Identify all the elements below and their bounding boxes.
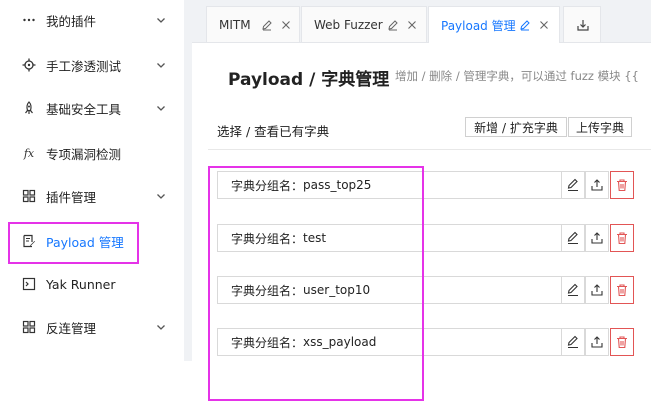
- close-icon[interactable]: [281, 20, 291, 30]
- upload-icon: [591, 336, 603, 348]
- delete-button[interactable]: [610, 328, 634, 356]
- tab-mitm[interactable]: MITM: [206, 6, 300, 42]
- sidebar: 我的插件 手工渗透测试 基础安全工具 fx 专项漏洞检测 插件管理 Payloa…: [0, 0, 185, 361]
- edit-icon[interactable]: [519, 19, 531, 31]
- trash-icon: [617, 179, 627, 192]
- main-content: Payload / 字典管理 增加 / 删除 / 管理字典，可以通过 fuzz …: [192, 43, 651, 401]
- tab-add-button[interactable]: [563, 6, 601, 42]
- grid-icon: [22, 189, 36, 203]
- export-button[interactable]: [585, 328, 609, 356]
- sidebar-item-label: 手工渗透测试: [46, 58, 122, 74]
- sidebar-item-plugin-management[interactable]: 插件管理: [0, 176, 184, 216]
- sidebar-item-basic-security-tools[interactable]: 基础安全工具: [0, 88, 184, 128]
- sidebar-item-label: 基础安全工具: [46, 101, 122, 117]
- sidebar-item-label: 插件管理: [46, 189, 97, 205]
- sidebar-gutter: [184, 0, 192, 361]
- edit-icon: [567, 231, 578, 245]
- add-dictionary-button[interactable]: 新增 / 扩充字典: [465, 117, 567, 137]
- dictionary-name-field[interactable]: 字典分组名： test: [217, 224, 561, 252]
- sidebar-item-manual-pentest[interactable]: 手工渗透测试: [0, 45, 184, 85]
- upload-icon: [591, 232, 603, 244]
- more-dots-icon: [22, 13, 36, 27]
- upload-icon: [591, 284, 603, 296]
- sidebar-item-label: Yak Runner: [46, 276, 116, 292]
- edit-icon: [567, 335, 578, 349]
- trash-icon: [617, 284, 627, 297]
- chevron-down-icon: [157, 194, 165, 199]
- download-icon: [577, 20, 589, 31]
- field-prefix: 字典分组名：: [231, 335, 304, 350]
- fx-icon: fx: [23, 146, 35, 160]
- chevron-down-icon: [157, 325, 165, 330]
- close-icon[interactable]: [539, 20, 549, 30]
- sidebar-item-payload-management[interactable]: Payload 管理: [0, 221, 184, 261]
- rocket-icon: [22, 101, 36, 115]
- dictionary-name: pass_top25: [303, 178, 372, 192]
- sidebar-item-label: 专项漏洞检测: [46, 146, 122, 162]
- dictionary-name: test: [303, 231, 327, 245]
- edit-icon: [567, 178, 578, 192]
- sidebar-item-reverse-connection[interactable]: 反连管理: [0, 307, 184, 347]
- edit-button[interactable]: [561, 276, 585, 304]
- dictionary-row: 字典分组名： user_top10: [192, 276, 651, 304]
- page-description: 增加 / 删除 / 管理字典，可以通过 fuzz 模块 {{: [395, 69, 639, 83]
- divider: [208, 149, 651, 150]
- delete-button[interactable]: [610, 224, 634, 252]
- field-prefix: 字典分组名：: [231, 231, 304, 246]
- dictionary-name: user_top10: [303, 283, 371, 297]
- grid-icon: [22, 320, 36, 334]
- tab-web-fuzzer[interactable]: Web Fuzzer: [301, 6, 427, 42]
- edit-icon: [567, 283, 578, 297]
- upload-dictionary-button[interactable]: 上传字典: [568, 117, 632, 137]
- dictionary-name-field[interactable]: 字典分组名： user_top10: [217, 276, 561, 304]
- terminal-icon: [22, 277, 36, 291]
- edit-button[interactable]: [561, 328, 585, 356]
- edit-icon[interactable]: [261, 19, 273, 31]
- sidebar-item-label: 我的插件: [46, 13, 97, 29]
- export-button[interactable]: [585, 171, 609, 199]
- sidebar-item-my-plugins[interactable]: 我的插件: [0, 0, 184, 40]
- chevron-down-icon: [157, 106, 165, 111]
- page-title: Payload / 字典管理: [228, 70, 390, 90]
- tab-bar: MITM Web Fuzzer Payload 管理: [192, 0, 651, 43]
- sidebar-item-vuln-detection[interactable]: fx 专项漏洞检测: [0, 133, 184, 173]
- target-crosshair-icon: [22, 58, 36, 72]
- sidebar-item-yak-runner[interactable]: Yak Runner: [0, 264, 184, 304]
- edit-button[interactable]: [561, 171, 585, 199]
- tab-payload-management[interactable]: Payload 管理: [428, 6, 560, 43]
- document-edit-icon: [22, 234, 36, 248]
- dictionary-row: 字典分组名： xss_payload: [192, 328, 651, 356]
- dictionary-row: 字典分组名： pass_top25: [192, 171, 651, 199]
- upload-icon: [591, 179, 603, 191]
- sidebar-item-label: 反连管理: [46, 320, 97, 336]
- delete-button[interactable]: [610, 171, 634, 199]
- trash-icon: [617, 336, 627, 349]
- trash-icon: [617, 232, 627, 245]
- chevron-down-icon: [157, 18, 165, 23]
- tab-label: MITM: [219, 17, 251, 32]
- export-button[interactable]: [585, 276, 609, 304]
- field-prefix: 字典分组名：: [231, 178, 304, 193]
- export-button[interactable]: [585, 224, 609, 252]
- tab-label: Payload 管理: [441, 18, 516, 33]
- dictionary-name-field[interactable]: 字典分组名： pass_top25: [217, 171, 561, 199]
- dictionary-row: 字典分组名： test: [192, 224, 651, 252]
- field-prefix: 字典分组名：: [231, 283, 304, 298]
- dictionary-name-field[interactable]: 字典分组名： xss_payload: [217, 328, 561, 356]
- tab-label: Web Fuzzer: [314, 17, 383, 32]
- close-icon[interactable]: [407, 20, 417, 30]
- edit-button[interactable]: [561, 224, 585, 252]
- edit-icon[interactable]: [387, 19, 399, 31]
- sidebar-item-label: Payload 管理: [46, 234, 124, 250]
- delete-button[interactable]: [610, 276, 634, 304]
- section-label: 选择 / 查看已有字典: [217, 124, 330, 139]
- chevron-down-icon: [157, 63, 165, 68]
- dictionary-name: xss_payload: [303, 335, 377, 349]
